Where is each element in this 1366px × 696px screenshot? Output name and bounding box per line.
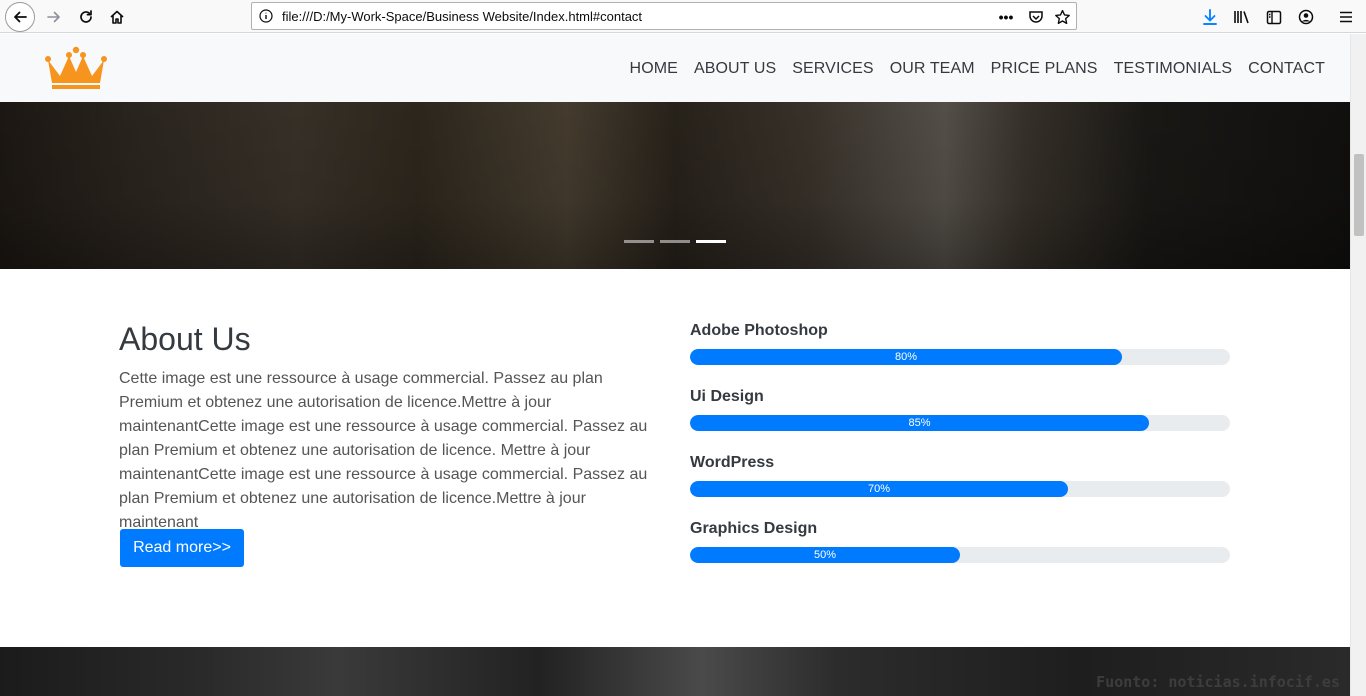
- home-button[interactable]: [104, 4, 130, 30]
- page-viewport: HOME ABOUT US SERVICES OUR TEAM PRICE PL…: [0, 34, 1350, 696]
- nav-testimonials[interactable]: TESTIMONIALS: [1106, 60, 1241, 78]
- skill-progress-track: 80%: [690, 349, 1230, 365]
- reload-button[interactable]: [73, 4, 99, 30]
- skill-progress-track: 70%: [690, 481, 1230, 497]
- skill-progress-track: 50%: [690, 547, 1230, 563]
- forward-button[interactable]: [41, 4, 67, 30]
- home-icon: [110, 10, 124, 24]
- site-navbar: HOME ABOUT US SERVICES OUR TEAM PRICE PL…: [0, 34, 1350, 102]
- carousel-indicators: [624, 240, 726, 243]
- arrow-right-icon: [47, 11, 60, 23]
- account-button[interactable]: [1293, 4, 1319, 30]
- next-section-image: Fuonto: noticias.infocif.es: [0, 647, 1350, 696]
- back-button[interactable]: [5, 2, 35, 32]
- hero-carousel: [0, 102, 1350, 269]
- nav-about-us[interactable]: ABOUT US: [686, 60, 784, 78]
- hero-image: [0, 102, 1350, 269]
- sidebar-icon: [1266, 10, 1282, 24]
- scrollbar[interactable]: [1350, 34, 1366, 696]
- account-icon: [1298, 9, 1314, 25]
- nav-home[interactable]: HOME: [622, 60, 686, 78]
- skill-progress-bar: 85%: [690, 415, 1149, 431]
- skill-label: Adobe Photoshop: [690, 322, 828, 339]
- downloads-button[interactable]: [1197, 4, 1223, 30]
- crown-logo-icon[interactable]: [45, 46, 107, 95]
- skill-progress-bar: 80%: [690, 349, 1122, 365]
- watermark-text: Fuonto: noticias.infocif.es: [1096, 673, 1340, 691]
- address-bar[interactable]: file:///D:/My-Work-Space/Business Websit…: [251, 2, 1077, 30]
- page-actions-icon[interactable]: •••: [996, 7, 1016, 27]
- hamburger-icon: [1340, 11, 1352, 23]
- bookmark-star-icon[interactable]: [1052, 7, 1072, 27]
- arrow-left-icon: [14, 11, 27, 23]
- sidebar-button[interactable]: [1261, 4, 1287, 30]
- reload-icon: [80, 10, 92, 23]
- skill-progress-bar: 50%: [690, 547, 960, 563]
- download-icon: [1203, 8, 1217, 25]
- menu-button[interactable]: [1333, 4, 1359, 30]
- url-text[interactable]: file:///D:/My-Work-Space/Business Websit…: [282, 9, 642, 24]
- about-text: Cette image est une ressource à usage co…: [119, 370, 648, 531]
- nav-menu: HOME ABOUT US SERVICES OUR TEAM PRICE PL…: [622, 60, 1333, 78]
- skill-label: Ui Design: [690, 388, 764, 405]
- scrollbar-thumb[interactable]: [1354, 154, 1364, 236]
- skill-label: Graphics Design: [690, 520, 818, 537]
- skill-progress-bar: 70%: [690, 481, 1068, 497]
- library-icon: [1234, 11, 1249, 24]
- info-icon[interactable]: [259, 9, 273, 28]
- pocket-icon[interactable]: [1026, 7, 1046, 27]
- nav-services[interactable]: SERVICES: [784, 60, 881, 78]
- browser-toolbar: file:///D:/My-Work-Space/Business Websit…: [0, 0, 1366, 33]
- carousel-indicator[interactable]: [624, 240, 654, 243]
- nav-price-plans[interactable]: PRICE PLANS: [983, 60, 1106, 78]
- carousel-indicator[interactable]: [696, 240, 726, 243]
- carousel-indicator[interactable]: [660, 240, 690, 243]
- skill-label: WordPress: [690, 454, 775, 471]
- read-more-button[interactable]: Read more>>: [120, 529, 244, 567]
- skill-progress-track: 85%: [690, 415, 1230, 431]
- nav-contact[interactable]: CONTACT: [1240, 60, 1333, 78]
- about-title: About Us: [119, 321, 251, 357]
- library-button[interactable]: [1229, 4, 1255, 30]
- nav-our-team[interactable]: OUR TEAM: [882, 60, 983, 78]
